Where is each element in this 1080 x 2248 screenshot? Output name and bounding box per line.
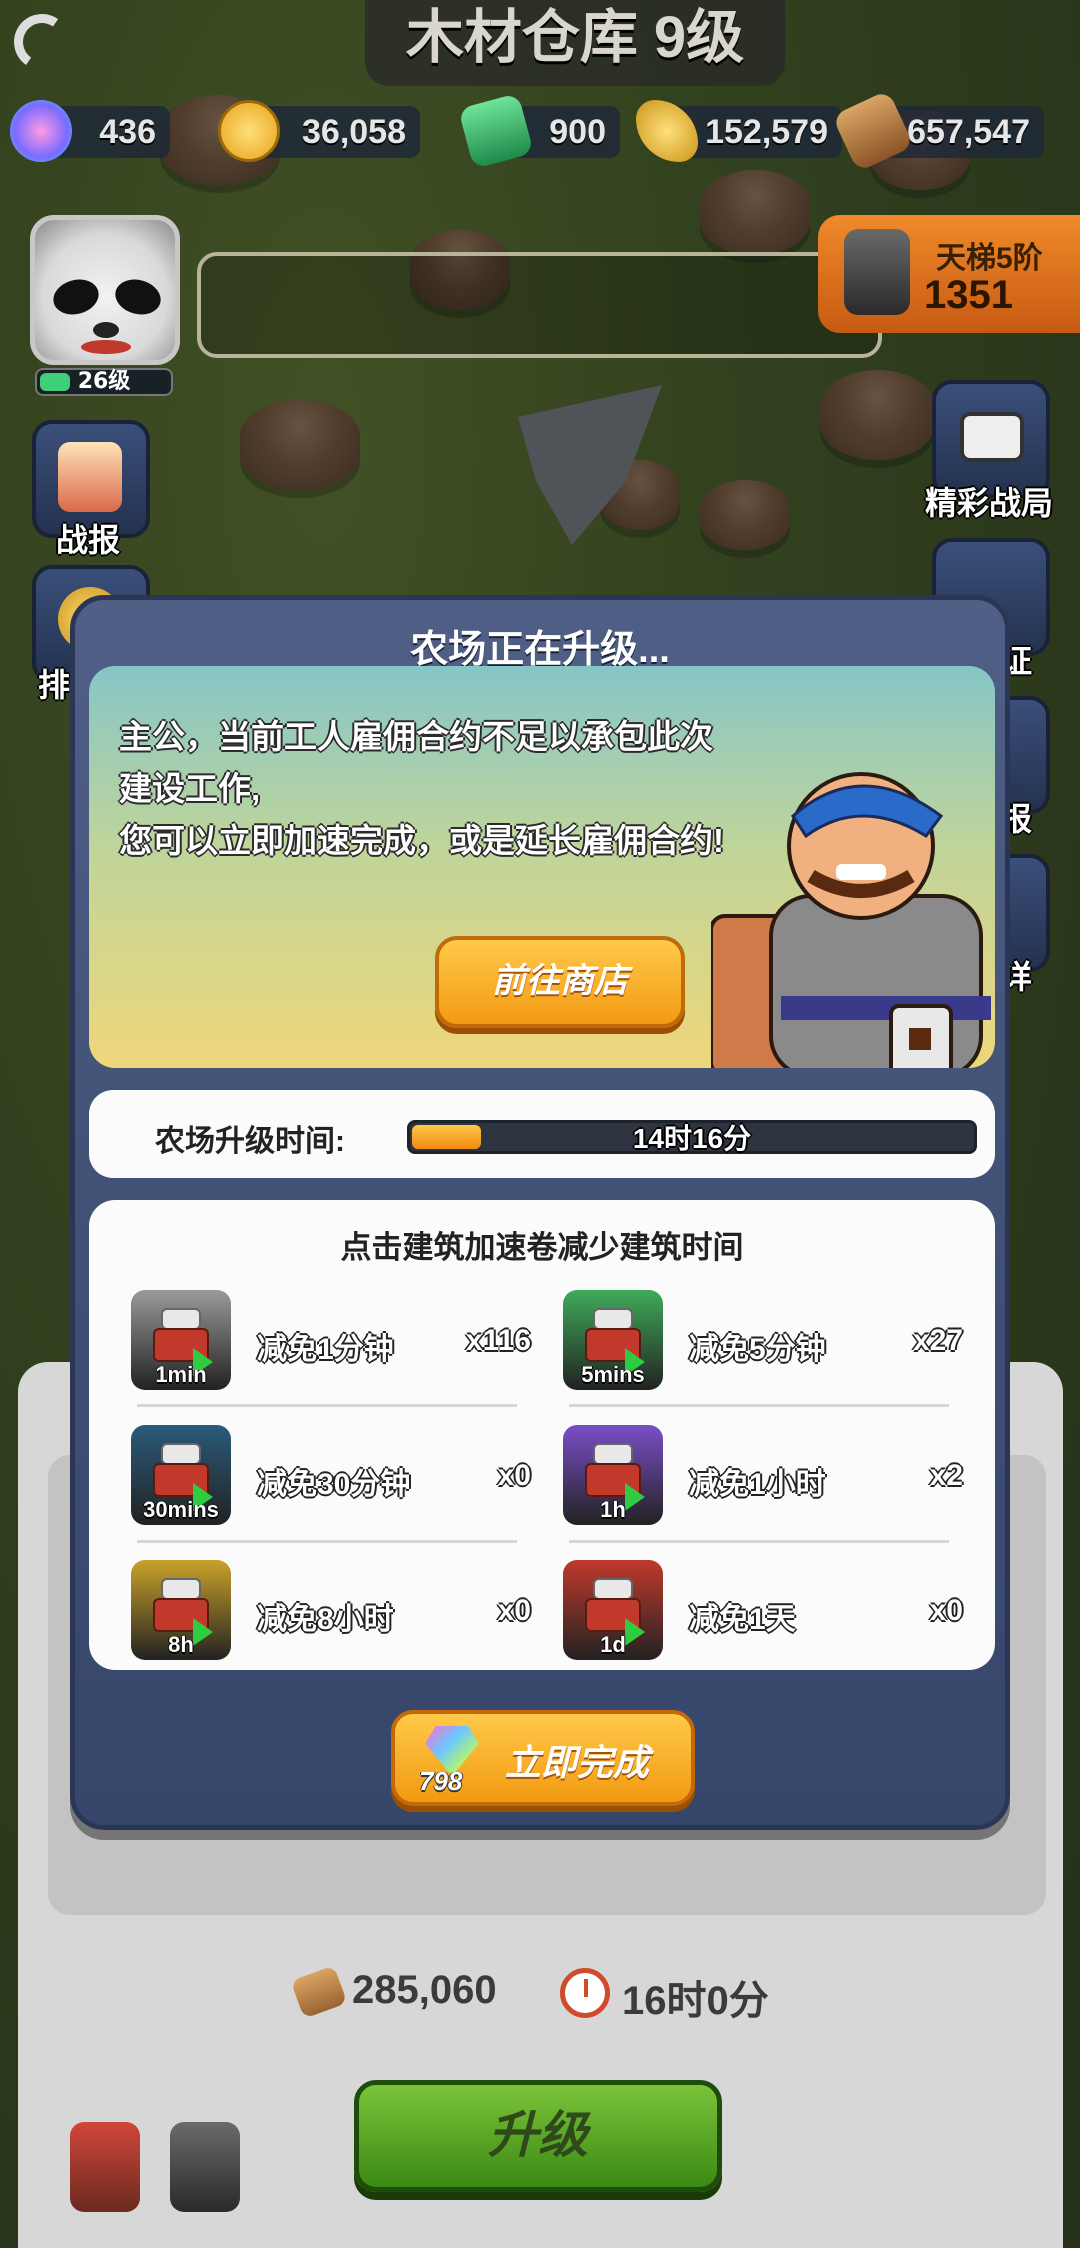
item-duration: 5mins [581, 1362, 645, 1387]
speedup-item-30mins[interactable]: 30mins 减免30分钟 x0 [131, 1425, 531, 1531]
scroll-icon [58, 442, 122, 512]
gem-icon [10, 100, 72, 162]
upgrade-button[interactable]: 升级 [354, 2080, 722, 2192]
dialog-message: 主公，当前工人雇佣合约不足以承包此次建设工作, 您可以立即加速完成，或是延长雇佣… [119, 711, 739, 867]
worker-icon [170, 2122, 240, 2212]
timer-label: 农场升级时间: [155, 1125, 345, 1158]
message-box: 主公，当前工人雇佣合约不足以承包此次建设工作, 您可以立即加速完成，或是延长雇佣… [89, 666, 995, 1068]
item-name: 减免1分钟 [257, 1333, 394, 1366]
item-duration: 1h [600, 1497, 626, 1522]
ladder-score: 1351 [924, 273, 1013, 317]
rank-label: 排 [38, 667, 71, 703]
item-duration: 1min [155, 1362, 207, 1387]
speedup-scroll-icon: 8h [131, 1560, 231, 1660]
speedup-scroll-icon: 5mins [563, 1290, 663, 1390]
dialog-message-line: 主公，当前工人雇佣合约不足以承包此次建设工作, [119, 718, 713, 807]
finish-now-label: 立即完成 [505, 1742, 650, 1783]
battle-report-label: 战报 [56, 522, 121, 558]
upgrade-cost-row: 285,060 16时0分 [0, 1960, 1080, 2030]
dialog-title: 农场正在升级... [410, 629, 670, 671]
item-name: 减免1天 [689, 1603, 796, 1636]
item-duration: 8h [168, 1632, 194, 1657]
divider [569, 1404, 949, 1407]
timer-progress-bar: 14时16分 [407, 1120, 977, 1154]
item-quantity: x0 [929, 1594, 963, 1627]
finish-now-button[interactable]: 798 立即完成 [391, 1710, 695, 1806]
xp-bar [40, 373, 70, 391]
item-duration: 1d [600, 1632, 626, 1657]
finish-gem-cost: 798 [419, 1766, 463, 1796]
item-name: 减免8小时 [257, 1603, 394, 1636]
panda-eye [49, 274, 103, 320]
coin-icon [218, 100, 280, 162]
worker-character [711, 772, 991, 1068]
player-avatar[interactable] [30, 215, 180, 365]
highlights-label: 精彩战局 [925, 485, 1054, 521]
item-quantity: x116 [465, 1324, 531, 1357]
divider [569, 1540, 949, 1543]
wood-cost-icon [290, 1965, 348, 2019]
item-quantity: x0 [497, 1594, 531, 1627]
upgrade-timer: 农场升级时间: 14时16分 [89, 1090, 995, 1178]
speedup-scroll-icon: 30mins [131, 1425, 231, 1525]
speedup-item-1h[interactable]: 1h 减免1小时 x2 [563, 1425, 963, 1531]
item-quantity: x0 [497, 1459, 531, 1492]
dialog-message-line: 您可以立即加速完成，或是延长雇佣合约! [119, 822, 724, 859]
speedup-scroll-icon: 1min [131, 1290, 231, 1390]
speedup-item-5mins[interactable]: 5mins 减免5分钟 x27 [563, 1290, 963, 1396]
panda-mouth [81, 340, 131, 354]
speedup-scroll-icon: 1d [563, 1560, 663, 1660]
item-quantity: x27 [912, 1324, 963, 1357]
time-cost: 16时0分 [622, 1979, 769, 2023]
divider [137, 1404, 517, 1407]
go-to-shop-button[interactable]: 前往商店 [435, 936, 685, 1028]
divider [137, 1540, 517, 1543]
speedup-items-title: 点击建筑加速卷减少建筑时间 [340, 1230, 744, 1265]
panda-nose [93, 322, 119, 338]
clock-icon [560, 1968, 610, 2018]
item-quantity: x2 [929, 1459, 963, 1492]
speedup-item-8h[interactable]: 8h 减免8小时 x0 [131, 1560, 531, 1666]
upgrade-in-progress-dialog: 农场正在升级... 主公，当前工人雇佣合约不足以承包此次建设工作, 您可以立即加… [70, 595, 1010, 1830]
notice-banner [197, 252, 882, 358]
item-name: 减免30分钟 [257, 1468, 411, 1501]
item-name: 减免1小时 [689, 1468, 826, 1501]
player-level: 26级 [77, 369, 131, 394]
ladder-trophy-icon [844, 229, 910, 315]
ladder-rank-badge[interactable]: 天梯5阶 1351 [818, 215, 1080, 333]
ladder-rank-label: 天梯5阶 [936, 242, 1043, 275]
item-duration: 30mins [143, 1497, 219, 1522]
player-level-badge: 26级 [35, 368, 173, 396]
worker-icon [70, 2122, 140, 2212]
wood-cost: 285,060 [352, 1968, 497, 2012]
speedup-items-panel: 点击建筑加速卷减少建筑时间 1min 减免1分钟 x116 5mins 减免5分… [89, 1200, 995, 1670]
timer-remaining: 14时16分 [632, 1123, 752, 1154]
speedup-scroll-icon: 1h [563, 1425, 663, 1525]
speedup-item-1d[interactable]: 1d 减免1天 x0 [563, 1560, 963, 1666]
speedup-item-1min[interactable]: 1min 减免1分钟 x116 [131, 1290, 531, 1396]
item-name: 减免5分钟 [689, 1333, 826, 1366]
page-title: 木材仓库 9级 [365, 0, 785, 86]
tv-icon [960, 412, 1024, 462]
panda-eye [111, 274, 165, 320]
